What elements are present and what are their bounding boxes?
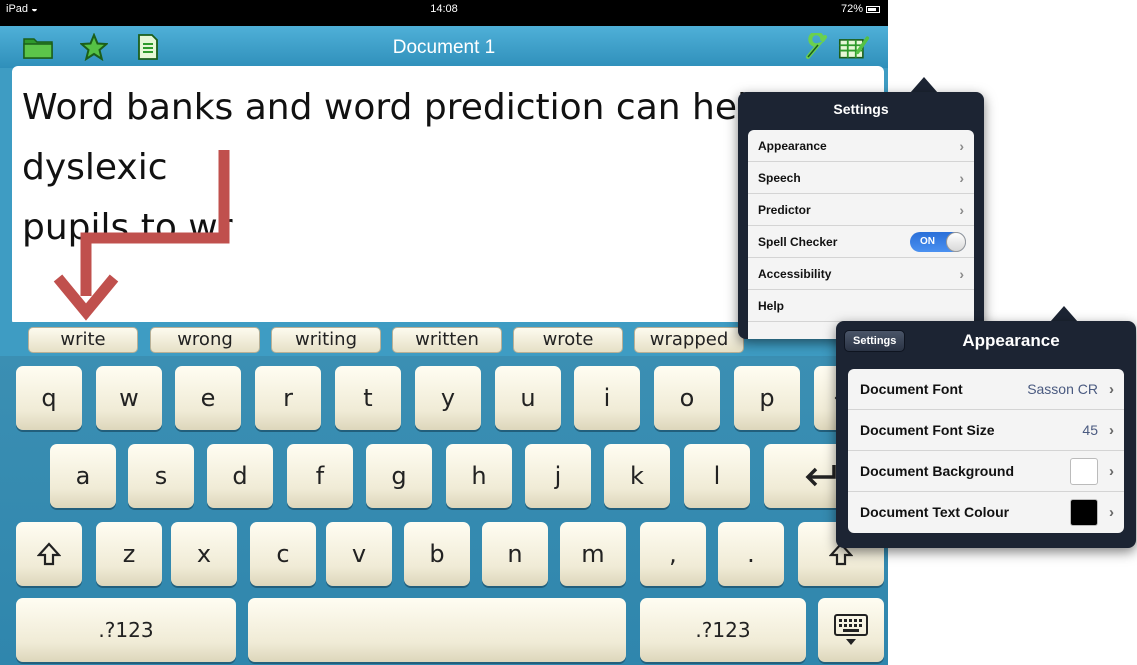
settings-item-help[interactable]: Help [748, 290, 974, 322]
key-r[interactable]: r [255, 366, 321, 430]
appearance-item-value: 45 [1082, 422, 1098, 438]
chevron-right-icon: › [959, 202, 964, 218]
key-p[interactable]: p [734, 366, 800, 430]
toggle-state: ON [920, 236, 935, 247]
chevron-right-icon: › [1109, 504, 1114, 521]
key-w[interactable]: w [96, 366, 162, 430]
title-bar: Document 1 [0, 26, 888, 68]
screenshot: iPad ◒ 14:08 72% Document 1 Word banks a… [0, 0, 1137, 665]
key-x[interactable]: x [171, 522, 237, 586]
key-m[interactable]: m [560, 522, 626, 586]
key-f[interactable]: f [287, 444, 353, 508]
prediction-button[interactable]: writing [271, 327, 381, 353]
settings-item-label: Speech [758, 171, 801, 185]
settings-item-appearance[interactable]: Appearance › [748, 130, 974, 162]
appearance-item-document-text-colour[interactable]: Document Text Colour › [848, 492, 1124, 533]
key-n[interactable]: n [482, 522, 548, 586]
settings-item-label: Accessibility [758, 267, 832, 281]
key-k[interactable]: k [604, 444, 670, 508]
settings-popover-title: Settings [833, 101, 889, 117]
background-colour-swatch [1070, 458, 1098, 485]
appearance-item-value: Sasson CR [1027, 381, 1098, 397]
appearance-popover: Settings Appearance Document Font Sasson… [836, 321, 1136, 548]
key-t[interactable]: t [335, 366, 401, 430]
prediction-button[interactable]: write [28, 327, 138, 353]
key-e[interactable]: e [175, 366, 241, 430]
appearance-list: Document Font Sasson CR › Document Font … [848, 369, 1124, 533]
return-icon [805, 465, 836, 487]
document-title: Document 1 [392, 37, 496, 58]
settings-item-label: Appearance [758, 139, 827, 153]
key-q[interactable]: q [16, 366, 82, 430]
settings-popover: Settings Appearance › Speech › Predictor… [738, 92, 984, 339]
appearance-item-label: Document Font Size [860, 422, 995, 438]
chevron-right-icon: › [1109, 381, 1114, 398]
key-hide-keyboard[interactable] [818, 598, 884, 662]
appearance-item-document-font[interactable]: Document Font Sasson CR › [848, 369, 1124, 410]
key-j[interactable]: j [525, 444, 591, 508]
key-c[interactable]: c [250, 522, 316, 586]
settings-item-accessibility[interactable]: Accessibility › [748, 258, 974, 290]
key-z[interactable]: z [96, 522, 162, 586]
appearance-popover-title: Appearance [962, 331, 1060, 350]
shift-icon [37, 542, 61, 566]
key-l[interactable]: l [684, 444, 750, 508]
spell-checker-toggle[interactable]: ON [910, 232, 966, 252]
appearance-item-label: Document Font [860, 381, 963, 397]
on-screen-keyboard: q w e r t y u i o p a s d f g h j k l z … [0, 356, 888, 665]
key-h[interactable]: h [446, 444, 512, 508]
hide-keyboard-icon [834, 614, 868, 645]
key-i[interactable]: i [574, 366, 640, 430]
settings-back-button[interactable]: Settings [844, 330, 906, 352]
prediction-button[interactable]: wrote [513, 327, 623, 353]
chevron-right-icon: › [1109, 463, 1114, 480]
settings-item-label: Spell Checker [758, 235, 838, 249]
settings-list: Appearance › Speech › Predictor › Spell … [748, 130, 974, 339]
key-d[interactable]: d [207, 444, 273, 508]
key-period[interactable]: . [718, 522, 784, 586]
key-numbers-left[interactable]: .?123 [16, 598, 236, 662]
appearance-item-document-background[interactable]: Document Background › [848, 451, 1124, 492]
chevron-right-icon: › [959, 266, 964, 282]
settings-item-predictor[interactable]: Predictor › [748, 194, 974, 226]
chevron-right-icon: › [959, 170, 964, 186]
status-battery: 72% [841, 0, 880, 18]
key-numbers-right[interactable]: .?123 [640, 598, 806, 662]
status-bar: iPad ◒ 14:08 72% [0, 0, 888, 26]
settings-item-label: Predictor [758, 203, 811, 217]
key-space[interactable] [248, 598, 626, 662]
appearance-popover-pointer [1050, 306, 1078, 322]
key-y[interactable]: y [415, 366, 481, 430]
prediction-button[interactable]: wrong [150, 327, 260, 353]
settings-popover-pointer [910, 77, 938, 93]
appearance-item-label: Document Text Colour [860, 504, 1010, 520]
key-comma[interactable]: , [640, 522, 706, 586]
settings-item-label: Help [758, 299, 785, 313]
wrench-icon[interactable] [800, 32, 832, 62]
chevron-right-icon: › [1109, 422, 1114, 439]
appearance-item-label: Document Background [860, 463, 1015, 479]
prediction-button[interactable]: wrapped [634, 327, 744, 353]
settings-item-spell-checker: Spell Checker ON [748, 226, 974, 258]
word-bank-icon[interactable] [838, 32, 870, 62]
key-v[interactable]: v [326, 522, 392, 586]
key-shift-left[interactable] [16, 522, 82, 586]
battery-icon [866, 5, 880, 13]
key-b[interactable]: b [404, 522, 470, 586]
battery-percent: 72% [840, 3, 863, 15]
settings-item-speech[interactable]: Speech › [748, 162, 974, 194]
key-u[interactable]: u [495, 366, 561, 430]
key-s[interactable]: s [128, 444, 194, 508]
key-a[interactable]: a [50, 444, 116, 508]
key-g[interactable]: g [366, 444, 432, 508]
text-colour-swatch [1070, 499, 1098, 526]
prediction-button[interactable]: written [392, 327, 502, 353]
key-o[interactable]: o [654, 366, 720, 430]
chevron-right-icon: › [959, 138, 964, 154]
status-time: 14:08 [430, 3, 458, 15]
appearance-item-document-font-size[interactable]: Document Font Size 45 › [848, 410, 1124, 451]
